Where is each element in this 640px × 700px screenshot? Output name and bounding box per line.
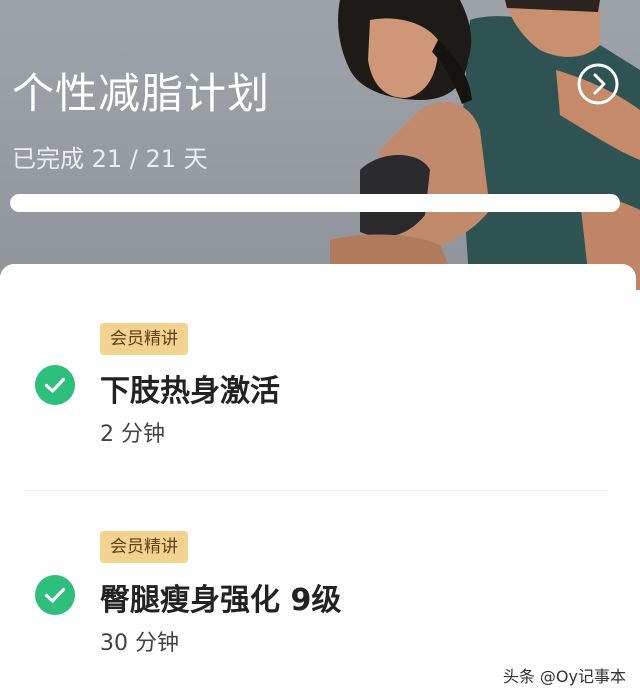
watermark-text: 头条 @Oy记事本 (502, 667, 626, 686)
plan-progress-fill (10, 194, 620, 212)
plan-progress-bar (10, 194, 620, 212)
lesson-item[interactable]: 会员精讲 下肢热身激活 2 分钟 (0, 264, 636, 464)
check-circle-icon (35, 575, 75, 615)
chevron-right-circle-icon[interactable] (576, 62, 620, 106)
plan-title: 个性减脂计划 (12, 69, 271, 118)
hero-athlete-woman (330, 0, 490, 290)
lesson-duration: 2 分钟 (100, 422, 165, 447)
lesson-duration: 30 分钟 (100, 631, 179, 656)
hero-athlete-man (460, 0, 640, 290)
lesson-list: 会员精讲 下肢热身激活 2 分钟 会员精讲 臀腿瘦身强化 9级 30 分钟 (0, 264, 636, 700)
lesson-title: 臀腿瘦身强化 9级 (100, 583, 342, 618)
plan-progress-text: 已完成 21 / 21 天 (12, 145, 208, 173)
lesson-item[interactable]: 会员精讲 臀腿瘦身强化 9级 30 分钟 (0, 491, 636, 691)
lesson-title: 下肢热身激活 (100, 374, 280, 409)
plan-hero[interactable]: 个性减脂计划 已完成 21 / 21 天 (0, 0, 640, 290)
check-circle-icon (35, 365, 75, 405)
member-badge: 会员精讲 (100, 323, 188, 355)
member-badge: 会员精讲 (100, 531, 188, 563)
